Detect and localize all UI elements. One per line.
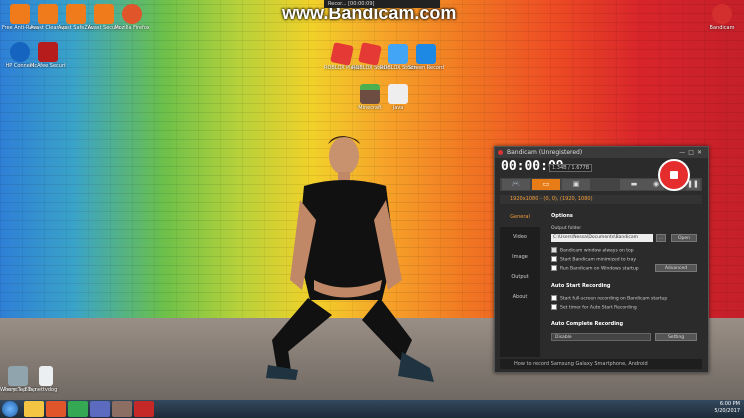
device-mode-button[interactable]: ▣ bbox=[562, 179, 590, 190]
sidebar-item-video[interactable]: Video bbox=[500, 227, 540, 247]
desktop-icon-mcafee[interactable]: McAfee Security Sc... bbox=[30, 42, 66, 69]
record-stop-button[interactable] bbox=[658, 159, 690, 191]
minecraft-icon bbox=[360, 84, 380, 104]
java-icon bbox=[388, 84, 408, 104]
open-button[interactable]: Open bbox=[671, 234, 697, 242]
start-button[interactable] bbox=[2, 401, 18, 417]
output-folder-label: Output folder bbox=[551, 226, 582, 231]
recycle-bin-icon bbox=[8, 366, 28, 386]
hp-icon bbox=[10, 42, 30, 62]
taskbar-firefox-icon[interactable] bbox=[46, 401, 66, 417]
advanced-button[interactable]: Advanced bbox=[655, 264, 697, 272]
avast-icon bbox=[94, 4, 114, 24]
tray-time: 6:00 PM bbox=[719, 401, 740, 407]
taskbar-app-icon[interactable] bbox=[90, 401, 110, 417]
stop-icon bbox=[670, 171, 678, 179]
checkbox[interactable] bbox=[551, 295, 557, 301]
taskbar-bandicam-icon[interactable] bbox=[134, 401, 154, 417]
desktop-icon-bandicam[interactable]: Bandicam bbox=[704, 4, 740, 31]
options-heading: Options bbox=[551, 213, 573, 219]
taskbar-explorer-icon[interactable] bbox=[24, 401, 44, 417]
bandicam-window[interactable]: Bandicam (Unregistered) —□✕ 00:00:09 1.3… bbox=[494, 146, 709, 373]
system-tray[interactable]: 6:00 PM 5/20/2017 bbox=[714, 401, 740, 415]
folder-button[interactable]: ▬ bbox=[620, 179, 648, 190]
checkbox[interactable] bbox=[551, 304, 557, 310]
checkbox[interactable] bbox=[551, 256, 557, 262]
checkbox[interactable] bbox=[551, 265, 557, 271]
roblox-icon bbox=[358, 42, 382, 66]
roblox-icon bbox=[330, 42, 354, 66]
desktop-icon-firefox[interactable]: Mozilla Firefox bbox=[114, 4, 150, 31]
auto-complete-select[interactable]: Disable bbox=[551, 333, 651, 341]
sidebar-item-about[interactable]: About bbox=[500, 287, 540, 307]
resolution-bar[interactable]: 1920x1080 - (0, 0), (1920, 1080) bbox=[500, 195, 702, 204]
sidebar-item-output[interactable]: Output bbox=[500, 267, 540, 287]
sidebar-item-image[interactable]: Image bbox=[500, 247, 540, 267]
file-icon bbox=[39, 366, 53, 386]
auto-complete-heading: Auto Complete Recording bbox=[551, 321, 624, 327]
desktop-icon-screen-recorder[interactable]: Screen Recorder bbox=[408, 44, 444, 71]
avast-icon bbox=[66, 4, 86, 24]
desktop-icon-nettvdog[interactable]: nettvdog bbox=[28, 366, 64, 393]
check-always-on-top[interactable]: Bandicam window always on top bbox=[551, 247, 634, 254]
bandicam-sidebar: General Video Image Output About bbox=[500, 207, 540, 357]
tray-date: 5/20/2017 bbox=[714, 408, 740, 414]
bandicam-logo-icon bbox=[498, 150, 503, 155]
bandicam-title: Bandicam (Unregistered) bbox=[507, 149, 583, 156]
check-run-on-startup[interactable]: Run Bandicam on Windows startup bbox=[551, 265, 639, 272]
bandicam-footer-link[interactable]: How to record Samsung Galaxy Smartphone,… bbox=[500, 359, 702, 369]
checkbox-checked[interactable] bbox=[551, 247, 557, 253]
check-auto-start-timer[interactable]: Set timer for Auto Start Recording bbox=[551, 304, 637, 311]
mcafee-icon bbox=[38, 42, 58, 62]
avast-icon bbox=[10, 4, 30, 24]
wallpaper-person bbox=[266, 136, 434, 382]
taskbar: 6:00 PM 5/20/2017 bbox=[0, 400, 744, 418]
window-controls[interactable]: —□✕ bbox=[679, 147, 705, 158]
recorder-icon bbox=[416, 44, 436, 64]
recording-size: 1.34B / 1.677B bbox=[549, 164, 593, 172]
firefox-icon bbox=[122, 4, 142, 24]
check-minimized-to-tray[interactable]: Start Bandicam minimized to tray bbox=[551, 256, 636, 263]
taskbar-minecraft-icon[interactable] bbox=[112, 401, 132, 417]
screen-mode-button[interactable]: ▭ bbox=[532, 179, 560, 190]
output-folder-input[interactable]: C:\Users\Nessa\Documents\Bandicam bbox=[551, 234, 653, 242]
taskbar-chrome-icon[interactable] bbox=[68, 401, 88, 417]
bandicam-icon bbox=[712, 4, 732, 24]
avast-icon bbox=[38, 4, 58, 24]
setting-button[interactable]: Setting bbox=[655, 333, 697, 341]
general-panel: Options Output folder C:\Users\Nessa\Doc… bbox=[547, 207, 702, 357]
studio-icon bbox=[388, 44, 408, 64]
bandicam-titlebar[interactable]: Bandicam (Unregistered) —□✕ bbox=[495, 147, 708, 158]
sidebar-item-general[interactable]: General bbox=[500, 207, 540, 227]
game-mode-button[interactable]: 🎮 bbox=[502, 179, 530, 190]
browse-button[interactable]: ... bbox=[656, 234, 666, 242]
desktop-icon-java[interactable]: Java bbox=[380, 84, 416, 111]
auto-start-heading: Auto Start Recording bbox=[551, 283, 611, 289]
check-auto-start-fullscreen[interactable]: Start full-screen recording on Bandicam … bbox=[551, 295, 667, 302]
recording-titlebar: Recor... [00:00:09] bbox=[324, 0, 440, 8]
